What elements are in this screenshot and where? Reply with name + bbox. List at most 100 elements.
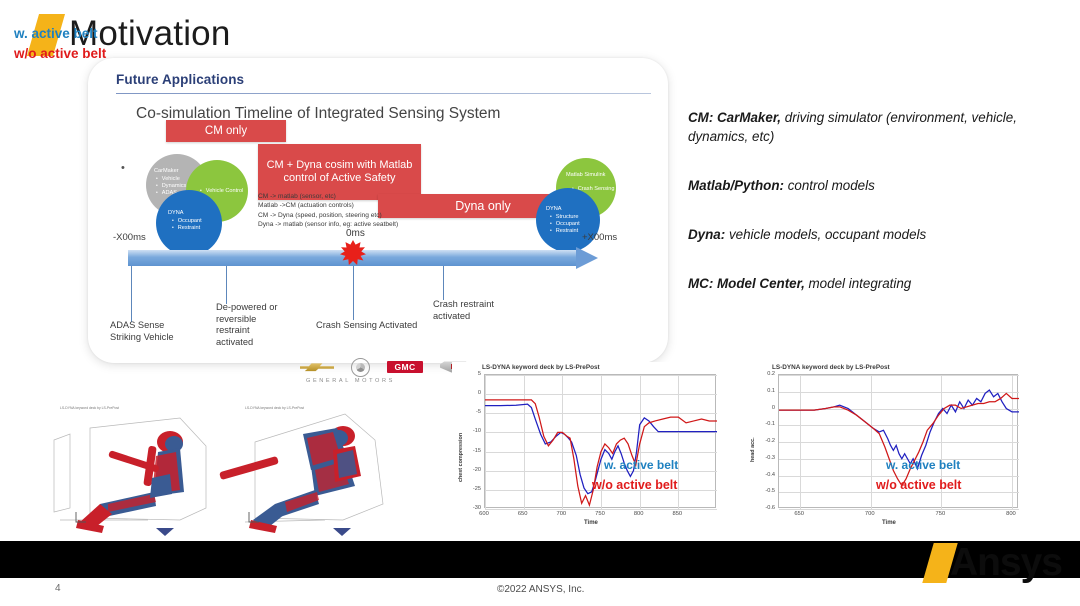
legend-item-cm-bold: CM: CarMaker, <box>688 110 782 125</box>
legend-item-dyna-bold: Dyna: <box>688 227 726 242</box>
software-legend: CM: CarMaker, driving simulator (environ… <box>688 108 1048 323</box>
chart-y-tick-label: -20 <box>472 466 481 473</box>
chart-y-tick-label: 5 <box>477 371 481 377</box>
chart-series-w-active-belt <box>779 389 1019 471</box>
circle-carmaker-item: Vehicle <box>156 176 186 183</box>
label-without-active-belt: w/o active belt <box>14 46 107 61</box>
crash-sim-panel-right: LS-DYNA keyword deck by LS-PrePost <box>215 400 400 540</box>
circle-dyna-structure-item: Occupant <box>550 221 580 228</box>
timeline-event-label: De-powered or reversible restraint activ… <box>216 302 278 347</box>
cosim-exchange-list: CM -> matlab (sensor, etc) Matlab ->CM (… <box>258 192 398 229</box>
chart-gridline-y <box>485 509 717 510</box>
chart-y-tick-label: -0.3 <box>765 454 775 461</box>
chart1-legend-without: w/o active belt <box>592 478 678 492</box>
general-motors-logos: GMC GENERAL MOTORS <box>300 357 470 390</box>
sim-panel-header: LS-DYNA keyword deck by LS-PrePost <box>245 406 304 410</box>
copyright-text: ©2022 ANSYS, Inc. <box>497 584 585 595</box>
chart-y-tick-label: 0 <box>477 390 481 397</box>
label-with-active-belt: w. active belt <box>14 26 98 41</box>
belt-legend-left: w. active belt w/o active belt <box>14 24 106 64</box>
chart-y-tick-label: -0.4 <box>765 471 775 478</box>
chart-y-tick-label: -5 <box>476 409 481 416</box>
chart2-x-axis-label: Time <box>882 520 896 526</box>
timeline-arrow <box>128 247 598 269</box>
gmc-logo-icon: GMC <box>387 361 423 373</box>
circle-matlab-simulink-title: Matlab Simulink <box>566 172 606 178</box>
chevrolet-logo-icon <box>300 363 334 372</box>
legend-item-mc: MC: Model Center, model integrating <box>688 274 1048 293</box>
general-motors-wordmark: GENERAL MOTORS <box>306 378 395 384</box>
gm-brand-row: GMC <box>300 357 470 377</box>
ansys-logo: Ansys <box>922 541 1063 585</box>
chart2-y-axis-label: head acc. <box>750 437 756 462</box>
chart-y-tick-label: -30 <box>472 505 481 511</box>
timeline-tick <box>443 266 445 300</box>
circle-dyna-structure-item: Restraint <box>550 228 580 235</box>
cosim-line: CM -> matlab (sensor, etc) <box>258 193 336 200</box>
chart-head-acceleration: LS-DYNA keyword deck by LS-PrePost head … <box>742 362 1027 537</box>
chart-x-tick-label: 850 <box>672 511 683 517</box>
chart1-legend-with: w. active belt <box>604 458 679 472</box>
timeline-arrowhead-icon <box>576 247 598 269</box>
legend-item-matlab-bold: Matlab/Python: <box>688 178 784 193</box>
chart2-legend-without: w/o active belt <box>876 478 962 492</box>
page-number: 4 <box>55 583 61 594</box>
cosim-line: Matlab ->CM (actuation controls) <box>258 202 354 210</box>
circle-dyna-occupant-title: DYNA <box>168 210 184 216</box>
card-divider <box>116 93 651 95</box>
chart-x-tick-label: 650 <box>794 511 804 517</box>
crash-sim-panel-left: LS-DYNA keyword deck by LS-PrePost <box>30 400 220 540</box>
circle-dyna-occupant: DYNA Occupant Restraint <box>156 190 222 256</box>
chart1-title: LS-DYNA keyword deck by LS-PrePost <box>482 364 600 371</box>
cosim-line: CM -> Dyna (speed, position, steering et… <box>258 211 382 219</box>
dummy-body <box>219 426 361 533</box>
timeline-left-label: -X00ms <box>113 232 146 243</box>
circle-dyna-occupant-item: Restraint <box>172 225 202 232</box>
crash-dummy-figure-right <box>219 413 384 536</box>
circle-carmaker-title: CarMaker <box>154 168 179 174</box>
timeline-event-label: ADAS Sense Striking Vehicle <box>110 320 174 342</box>
banner-cm-only: CM only <box>166 120 286 142</box>
chart-x-tick-label: 700 <box>864 511 875 517</box>
legend-item-matlab: Matlab/Python: control models <box>688 176 1048 195</box>
chart-x-tick-label: 750 <box>935 511 946 517</box>
chart-y-tick-label: -25 <box>472 485 481 492</box>
timeline-zero-label: 0ms <box>346 228 365 239</box>
legend-item-cm: CM: CarMaker, driving simulator (environ… <box>688 108 1048 146</box>
ansys-wordmark: Ansys <box>949 541 1063 584</box>
timeline-tick <box>131 266 133 322</box>
circle-dyna-structure-title: DYNA <box>546 206 562 212</box>
timeline-tick <box>353 266 355 320</box>
footer-bar <box>0 541 1080 578</box>
buick-logo-icon <box>351 357 370 377</box>
crash-dummy-figure-left <box>53 417 207 536</box>
card-heading: Future Applications <box>116 72 245 87</box>
chart-x-tick-label: 600 <box>479 511 489 517</box>
slide: Motivation Future Applications • Co-simu… <box>0 0 1080 606</box>
chart2-title: LS-DYNA keyword deck by LS-PrePost <box>772 364 890 371</box>
chart-y-tick-label: -10 <box>472 428 481 435</box>
chart-x-tick-label: 700 <box>556 511 567 517</box>
chart-y-tick-label: 0.1 <box>767 387 775 394</box>
chart-y-tick-label: 0 <box>771 404 775 411</box>
legend-item-matlab-rest: control models <box>783 178 875 193</box>
timeline-right-label: +X00ms <box>582 232 618 243</box>
chart-x-tick-label: 750 <box>595 511 605 517</box>
chart-x-tick-label: 800 <box>1006 511 1016 517</box>
chart-y-tick-label: 0.2 <box>767 371 775 377</box>
sim-panel-header: LS-DYNA keyword deck by LS-PrePost <box>60 406 119 410</box>
cosim-line: Dyna -> matlab (sensor info, eg: active … <box>258 220 399 228</box>
circle-carmaker-item: Dynamics <box>156 183 187 190</box>
timeline-event-label: Crash Sensing Activated <box>316 320 418 330</box>
legend-item-mc-bold: MC: Model Center, <box>688 276 805 291</box>
timeline-tick <box>226 266 228 304</box>
chart1-x-axis-label: Time <box>584 520 598 526</box>
chart-y-tick-label: -0.2 <box>765 438 775 444</box>
chart-chest-compression: LS-DYNA keyword deck by LS-PrePost chest… <box>452 362 724 537</box>
future-applications-card: Future Applications • Co-simulation Time… <box>88 58 668 363</box>
chart-y-tick-label: -15 <box>472 447 481 454</box>
slide-title-bar: Motivation <box>26 12 673 58</box>
cosimulation-timeline-diagram: CM only CM + Dyna cosim with Matlab cont… <box>88 120 668 363</box>
dummy-body <box>76 431 184 533</box>
legend-item-mc-rest: model integrating <box>804 276 912 291</box>
